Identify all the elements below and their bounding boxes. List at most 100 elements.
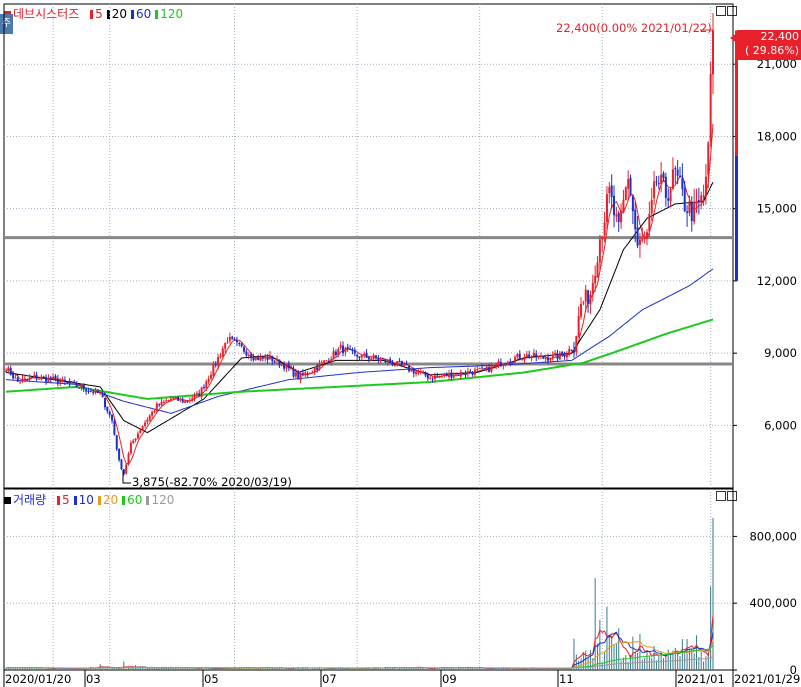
candle-body [351, 349, 354, 351]
candle-body [391, 362, 394, 365]
candle-body [370, 358, 373, 361]
candle-body [511, 361, 514, 363]
candle-body [243, 347, 246, 352]
candle-body [629, 177, 632, 196]
candle-body [148, 415, 151, 421]
candle-body [221, 348, 224, 357]
candle-body [144, 422, 147, 426]
candle-body [202, 386, 205, 388]
candle-body [276, 358, 279, 361]
candle-body [464, 374, 467, 376]
candle-body [558, 352, 561, 360]
candle-body [577, 316, 580, 337]
candle-body [7, 367, 10, 371]
candle-body [627, 179, 630, 189]
candle-body [440, 375, 443, 377]
candle-body [162, 401, 165, 403]
candle-body [132, 440, 135, 444]
high-annotation: 22,400(0.00% 2021/01/22) [556, 21, 712, 35]
x-tick-label: 2021/01/29 [734, 672, 800, 686]
candle-body [151, 411, 154, 416]
candle-body [238, 343, 241, 345]
candle-body [424, 371, 427, 376]
candle-body [33, 375, 36, 377]
candle-body [63, 379, 66, 382]
candle-body [85, 389, 88, 392]
y-tick-label: 15,000 [757, 202, 797, 216]
candle-body [374, 355, 377, 359]
x-tick-label: 2020/01/20 [5, 672, 71, 686]
candle-body [610, 185, 613, 198]
candle-body [650, 199, 653, 214]
candle-body [87, 390, 90, 392]
candle-body [476, 368, 479, 370]
candle-body [693, 203, 696, 222]
candle-body [283, 364, 286, 369]
candle-body [309, 373, 312, 375]
y-tick-label: 6,000 [764, 418, 797, 432]
candle-body [471, 372, 474, 375]
candle-body [327, 360, 330, 362]
candle-body [646, 232, 649, 239]
candle-body [349, 348, 352, 350]
candle-body [615, 214, 618, 217]
candle-body [358, 356, 361, 359]
candle-body [643, 236, 646, 238]
candle-body [384, 358, 387, 363]
ma-line-5 [5, 123, 714, 465]
x-tick-label: 09 [442, 672, 457, 686]
candle-body [23, 378, 26, 380]
candle-body [485, 366, 488, 370]
candle-body [521, 358, 524, 360]
candle-body [271, 355, 274, 362]
candle-body [393, 365, 396, 367]
candle-body [153, 410, 156, 412]
candle-body [700, 195, 703, 202]
candle-body [683, 188, 686, 212]
candle-body [403, 364, 406, 366]
price-badge-change: ( 29.86%) [744, 44, 799, 57]
candle-body [35, 374, 38, 380]
candle-body [565, 353, 568, 358]
candle-body [448, 373, 451, 377]
candle-body [431, 378, 434, 380]
candle-body [410, 368, 413, 372]
candle-body [417, 372, 420, 374]
candle-body [547, 357, 550, 361]
candle-body [297, 372, 300, 380]
candle-body [174, 397, 177, 399]
candle-body [280, 364, 283, 366]
candle-body [186, 400, 189, 402]
volume-tick-label: 800,000 [749, 529, 797, 543]
x-tick-label: 07 [322, 672, 337, 686]
candle-body [30, 376, 33, 378]
candle-body [217, 356, 220, 366]
candle-body [591, 282, 594, 295]
candle-body [155, 403, 158, 412]
candle-body [499, 362, 502, 367]
candle-body [572, 350, 575, 353]
candle-body [127, 453, 130, 465]
candle-body [82, 385, 85, 390]
candle-body [21, 379, 24, 383]
candle-body [544, 358, 547, 360]
candle-body [346, 346, 349, 350]
candle-body [245, 351, 248, 356]
candle-body [457, 374, 460, 376]
candle-body [669, 188, 672, 202]
candle-body [254, 357, 257, 360]
candle-body [146, 419, 149, 423]
candle-body [42, 376, 45, 378]
candle-body [129, 442, 132, 454]
candle-body [240, 343, 243, 347]
candle-body [608, 186, 611, 194]
candle-body [233, 338, 236, 341]
candle-body [580, 303, 583, 317]
x-tick-label: 2021/01 [677, 672, 725, 686]
candle-body [396, 361, 399, 366]
candle-body [452, 375, 455, 378]
candle-body [707, 142, 710, 175]
candle-body [554, 352, 557, 355]
candle-body [426, 374, 429, 379]
candle-body [478, 368, 481, 370]
